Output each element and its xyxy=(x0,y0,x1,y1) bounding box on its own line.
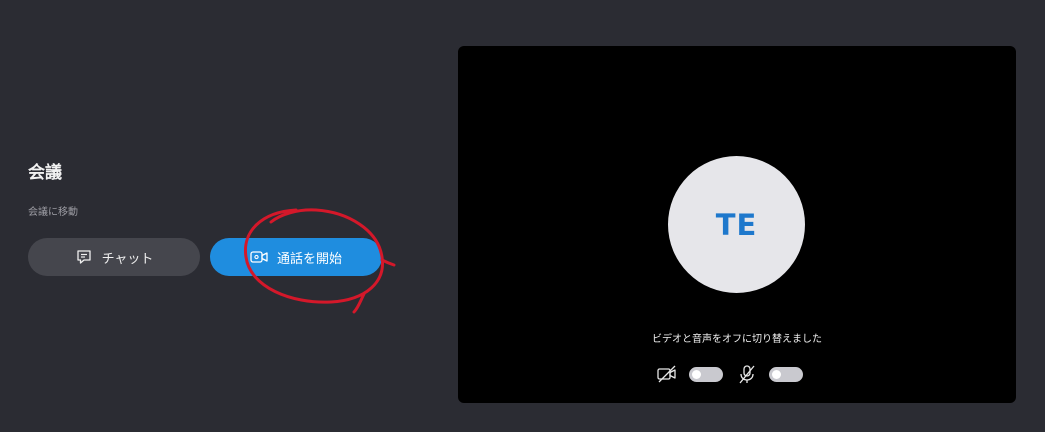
meeting-title: 会議 xyxy=(28,163,62,183)
mic-off-icon xyxy=(736,363,758,385)
video-call-icon xyxy=(250,248,268,266)
chat-icon xyxy=(75,248,93,266)
meeting-join-screen: 会議 会議に移動 チャット 通話を開始 TE ビデオと音声をオフに切り替えました xyxy=(0,0,1045,432)
video-off-icon xyxy=(656,363,678,385)
audio-toggle[interactable] xyxy=(769,367,803,382)
avatar-initials: TE xyxy=(715,207,758,242)
move-to-meeting-label: 会議に移動 xyxy=(28,207,78,218)
video-toggle[interactable] xyxy=(689,367,723,382)
chat-button-label: チャット xyxy=(101,251,154,267)
video-toggle-knob xyxy=(692,370,701,379)
av-status-text: ビデオと音声をオフに切り替えました xyxy=(652,334,822,345)
action-buttons: チャット 通話を開始 xyxy=(28,238,428,278)
start-call-button[interactable]: 通話を開始 xyxy=(210,238,382,276)
audio-toggle-knob xyxy=(772,370,781,379)
av-controls xyxy=(656,363,816,387)
avatar: TE xyxy=(668,156,805,293)
meeting-panel: 会議 会議に移動 チャット 通話を開始 xyxy=(28,160,408,276)
chat-button[interactable]: チャット xyxy=(28,238,200,276)
start-call-button-label: 通話を開始 xyxy=(276,251,342,267)
video-preview: TE ビデオと音声をオフに切り替えました xyxy=(458,46,1016,403)
